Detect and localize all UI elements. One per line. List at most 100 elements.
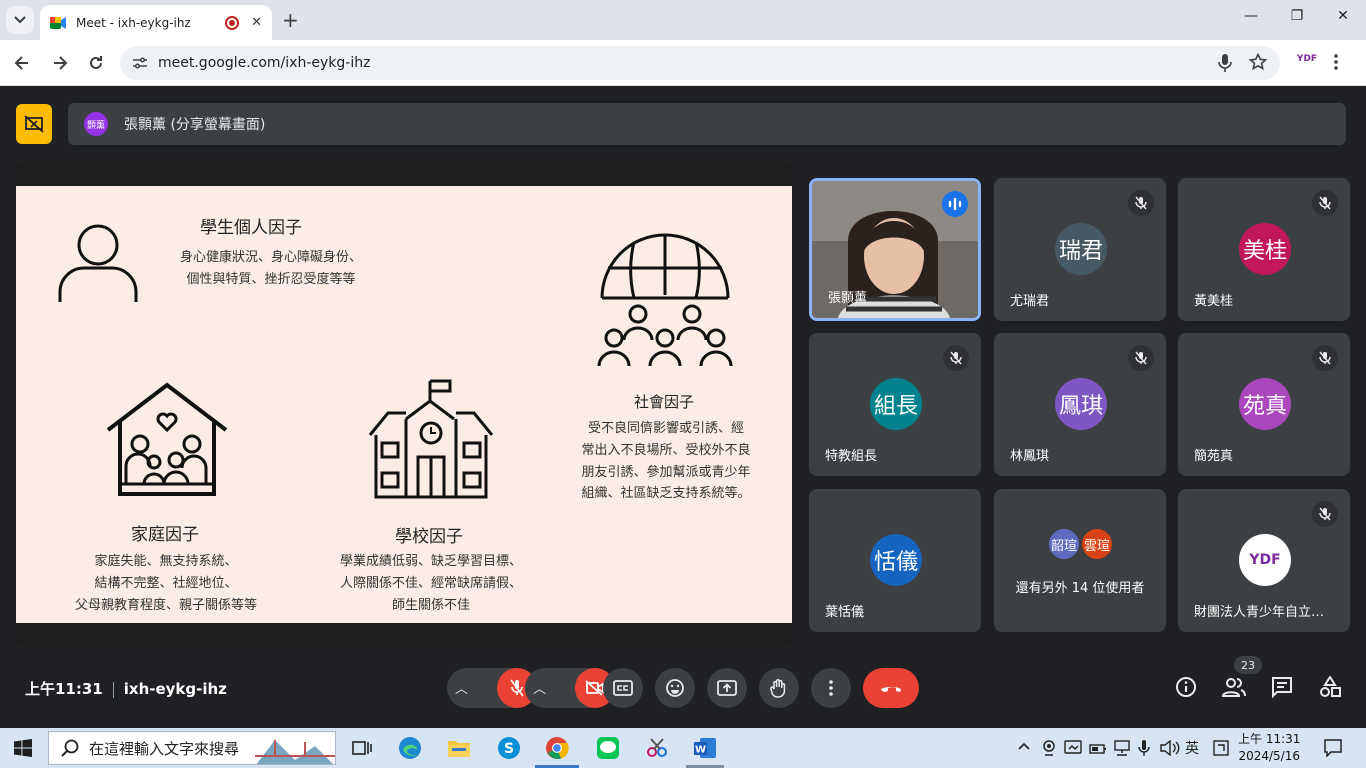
chrome-icon[interactable] bbox=[545, 736, 569, 760]
svg-text:S: S bbox=[504, 741, 514, 757]
presentation-slide: 學生個人因子 身心健康狀況、身心障礙身份、 個性與特質、挫折忍受度等等 社會因子… bbox=[16, 186, 792, 623]
globe-community-icon bbox=[597, 233, 733, 367]
reload-icon[interactable] bbox=[84, 54, 108, 72]
leave-call-button[interactable] bbox=[863, 668, 919, 708]
school-factor-line2: 人際關係不佳、經常缺席請假、 bbox=[339, 576, 522, 591]
captions-button[interactable] bbox=[603, 668, 643, 708]
mic-off-icon bbox=[1312, 190, 1338, 216]
windows-start-icon[interactable] bbox=[14, 739, 32, 757]
mic-off-icon bbox=[510, 679, 524, 697]
social-factor-line3: 朋友引誘、參加幫派或青少年 bbox=[581, 465, 751, 480]
forward-arrow-icon[interactable] bbox=[48, 54, 72, 72]
participant-avatar: 組長 bbox=[870, 378, 922, 430]
closed-captions-icon bbox=[613, 680, 633, 696]
browser-menu-icon[interactable] bbox=[1334, 54, 1338, 70]
word-icon[interactable]: W bbox=[693, 736, 717, 760]
tab-strip: Meet - ixh-eykg-ihz ✕ + — ❐ ✕ bbox=[0, 0, 1366, 40]
skype-icon[interactable]: S bbox=[497, 736, 521, 760]
search-icon bbox=[61, 739, 79, 757]
profile-avatar[interactable]: YDF bbox=[1296, 54, 1318, 72]
tray-network-security-icon[interactable] bbox=[1064, 740, 1082, 756]
participant-tile[interactable]: 組長 特教組長 bbox=[809, 333, 981, 476]
back-arrow-icon[interactable] bbox=[10, 54, 34, 72]
file-explorer-icon[interactable] bbox=[447, 736, 471, 760]
meeting-details-icon[interactable] bbox=[1175, 676, 1197, 698]
mini-avatar: 韶瑄 bbox=[1047, 527, 1081, 561]
participant-tile[interactable]: 美桂 黃美桂 bbox=[1178, 178, 1350, 321]
window-close-button[interactable]: ✕ bbox=[1320, 8, 1366, 24]
participant-tile[interactable]: 苑真 簡苑真 bbox=[1178, 333, 1350, 476]
participant-tile[interactable]: YDF 財團法人青少年自立… bbox=[1178, 489, 1350, 632]
recording-icon bbox=[225, 15, 240, 30]
others-tile[interactable]: 韶瑄 雲瑄 還有另外 14 位使用者 bbox=[994, 489, 1166, 632]
browser-tab-meet[interactable]: Meet - ixh-eykg-ihz ✕ bbox=[40, 5, 272, 40]
participant-tile[interactable]: 恬儀 葉恬儀 bbox=[809, 489, 981, 632]
school-building-icon bbox=[368, 379, 494, 499]
participant-name: 葉恬儀 bbox=[825, 605, 865, 620]
input-method-indicator[interactable]: 英 bbox=[1185, 738, 1199, 758]
present-screen-icon bbox=[717, 680, 737, 696]
taskbar-clock[interactable]: 上午 11:31 2024/5/16 bbox=[1238, 731, 1300, 765]
mini-avatar: 雲瑄 bbox=[1080, 527, 1114, 561]
volume-icon[interactable] bbox=[1160, 740, 1180, 756]
chevron-up-icon[interactable]: ︿ bbox=[455, 678, 468, 697]
site-info-icon[interactable] bbox=[132, 56, 148, 70]
wired-network-icon[interactable] bbox=[1113, 740, 1131, 756]
participant-name: 林鳳琪 bbox=[1010, 449, 1050, 464]
notifications-icon[interactable] bbox=[1324, 739, 1342, 757]
people-icon[interactable] bbox=[1222, 676, 1246, 698]
bookmark-star-icon[interactable] bbox=[1249, 53, 1267, 71]
chevron-up-icon[interactable]: ︿ bbox=[533, 678, 546, 697]
tray-camera-icon[interactable] bbox=[1042, 740, 1056, 756]
meeting-code: ixh-eykg-ihz bbox=[123, 680, 227, 698]
clock-time: 上午 11:31 bbox=[1238, 732, 1301, 746]
chat-icon[interactable] bbox=[1271, 676, 1293, 698]
participant-avatar: 苑真 bbox=[1239, 378, 1291, 430]
stop-presenting-icon bbox=[24, 115, 44, 133]
participant-tile[interactable]: 鳳琪 林鳳琪 bbox=[994, 333, 1166, 476]
hang-up-icon bbox=[881, 687, 901, 692]
reactions-button[interactable] bbox=[655, 668, 695, 708]
mic-off-icon bbox=[943, 345, 969, 371]
family-house-icon bbox=[106, 382, 228, 496]
tab-title: Meet - ixh-eykg-ihz bbox=[76, 15, 191, 30]
personal-factor-title: 學生個人因子 bbox=[200, 218, 302, 238]
show-hidden-icons-icon[interactable] bbox=[1018, 742, 1030, 750]
meet-area: 顥薰 張顥薰 (分享螢幕畫面) 學生個人因子 身心健康狀況、身心障礙身份、 個性… bbox=[0, 86, 1366, 728]
more-options-button[interactable] bbox=[811, 668, 851, 708]
family-factor-line2: 結構不完整、社經地位、 bbox=[94, 576, 238, 591]
microphone-icon[interactable] bbox=[1218, 53, 1232, 73]
participant-tile[interactable]: 瑞君 尤瑞君 bbox=[994, 178, 1166, 321]
mic-off-icon bbox=[1128, 190, 1154, 216]
ime-mode-icon[interactable] bbox=[1213, 740, 1229, 756]
maximize-button[interactable]: ❐ bbox=[1274, 8, 1320, 24]
participant-tile-video[interactable]: 張顥薰 bbox=[809, 178, 981, 321]
task-view-icon[interactable] bbox=[350, 736, 374, 760]
participant-avatar: 恬儀 bbox=[870, 534, 922, 586]
tab-search-button[interactable] bbox=[6, 6, 34, 34]
present-screen-button[interactable] bbox=[707, 668, 747, 708]
tab-close-button[interactable]: ✕ bbox=[251, 15, 262, 30]
organization-logo: YDF bbox=[1239, 534, 1291, 586]
tray-microphone-icon[interactable] bbox=[1138, 739, 1150, 757]
presenter-avatar: 顥薰 bbox=[84, 112, 108, 136]
raise-hand-button[interactable] bbox=[759, 668, 799, 708]
person-icon bbox=[58, 224, 138, 302]
activities-icon[interactable] bbox=[1319, 676, 1341, 698]
mic-off-icon bbox=[1312, 345, 1338, 371]
browser-toolbar: meet.google.com/ixh-eykg-ihz YDF bbox=[0, 40, 1366, 86]
edge-browser-icon[interactable] bbox=[398, 736, 422, 760]
battery-icon[interactable] bbox=[1089, 740, 1107, 756]
snipping-tool-icon[interactable] bbox=[645, 736, 669, 760]
camera-off-icon bbox=[585, 680, 604, 696]
line-app-icon[interactable] bbox=[596, 736, 620, 760]
taskbar-search-box[interactable]: 在這裡輸入文字來搜尋 bbox=[48, 731, 336, 765]
search-highlight-bridge-icon bbox=[255, 740, 335, 764]
address-bar[interactable]: meet.google.com/ixh-eykg-ihz bbox=[120, 46, 1280, 80]
mic-off-icon bbox=[1312, 501, 1338, 527]
shared-screen: 學生個人因子 身心健康狀況、身心障礙身份、 個性與特質、挫折忍受度等等 社會因子… bbox=[16, 161, 792, 647]
school-factor-line3: 師生關係不佳 bbox=[391, 598, 470, 613]
presentation-indicator[interactable] bbox=[16, 104, 52, 144]
new-tab-button[interactable]: + bbox=[282, 8, 299, 32]
minimize-button[interactable]: — bbox=[1228, 8, 1274, 24]
